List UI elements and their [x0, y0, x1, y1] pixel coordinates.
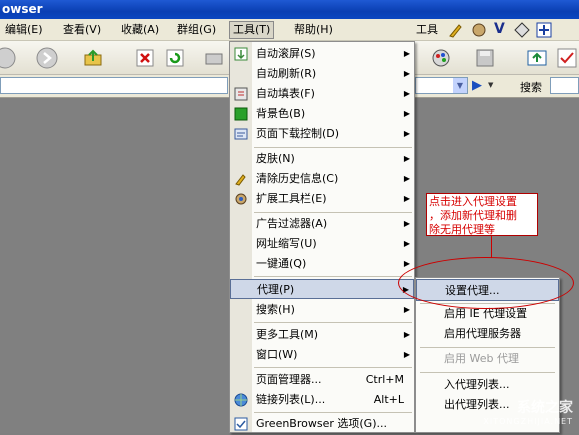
up-folder-icon[interactable]: [82, 47, 104, 69]
menu-item-auto-fill[interactable]: 自动填表(F) ▶: [230, 84, 414, 104]
shortcut-ctrl-m: Ctrl+M: [365, 373, 404, 386]
annotation-connector: [491, 236, 492, 258]
submenu-arrow-icon: ▶: [403, 194, 410, 203]
menu-view[interactable]: 查看(V): [60, 22, 104, 38]
submenu-item-enable-web-proxy: 启用 Web 代理: [444, 352, 519, 365]
menu-item-url-alias[interactable]: 网址缩写(U) ▶: [230, 234, 414, 254]
add-icon[interactable]: [536, 22, 552, 38]
annotation-line: ，添加新代理和删: [429, 209, 517, 222]
submenu-arrow-icon: ▶: [403, 174, 410, 183]
address-input[interactable]: [0, 77, 228, 94]
submenu-item-enable-proxy-server[interactable]: 启用代理服务器: [416, 323, 559, 345]
menu-bar: 编辑(E) 查看(V) 收藏(A) 群组(G) 工具(T) 帮助(H) 工具 V: [0, 19, 579, 41]
menu-item-window[interactable]: 窗口(W) ▶: [230, 345, 414, 365]
search-label: 搜索: [520, 81, 542, 94]
menu-item-link-list[interactable]: 链接列表(L)... Alt+L: [230, 390, 414, 410]
forward-icon[interactable]: [36, 47, 58, 69]
menu-favorites[interactable]: 收藏(A): [118, 22, 162, 38]
menu-item-auto-scroll[interactable]: 自动滚屏(S) ▶: [230, 44, 414, 64]
submenu-arrow-icon: ▶: [403, 109, 410, 118]
tools-menu: 自动滚屏(S) ▶ 自动刷新(R) ▶ 自动填表(F) ▶ 背景色(B) ▶ 页面下载控…: [229, 41, 415, 433]
menu-help[interactable]: 帮助(H): [291, 22, 336, 38]
palette-icon[interactable]: [430, 47, 452, 69]
back-icon[interactable]: [0, 47, 16, 69]
watermark-brand: 系统之家: [517, 400, 573, 416]
menu-separator: [254, 276, 412, 277]
menu-item-more-tools[interactable]: 更多工具(M) ▶: [230, 325, 414, 345]
submenu-arrow-icon: ▶: [403, 305, 410, 314]
save-icon[interactable]: [474, 47, 496, 69]
menu-item-search[interactable]: 搜索(H) ▶: [230, 300, 414, 320]
tools-icon[interactable]: [470, 21, 488, 39]
menu-item-page-manager[interactable]: 页面管理器... Ctrl+M: [230, 370, 414, 390]
stop-icon[interactable]: [134, 47, 156, 69]
menu-item-background-color[interactable]: 背景色(B) ▶: [230, 104, 414, 124]
submenu-arrow-icon: ▶: [403, 219, 410, 228]
menu-separator: [254, 322, 412, 323]
print-icon[interactable]: [203, 47, 225, 69]
submenu-arrow-icon: ▶: [403, 129, 410, 138]
submenu-arrow-icon: ▶: [403, 330, 410, 339]
form-icon: [234, 87, 248, 101]
background-color-icon: [234, 107, 248, 121]
download-icon: [234, 127, 248, 141]
go-icon[interactable]: ▶: [472, 78, 482, 93]
diamond-icon[interactable]: [514, 22, 530, 38]
title-bar: owser: [0, 0, 579, 19]
extension-icon: [234, 192, 248, 206]
annotation-callout: 点击进入代理设置 ，添加新代理和删 除无用代理等: [426, 193, 538, 236]
checkbox-icon: [234, 417, 248, 431]
submenu-item-import-proxy-list[interactable]: 入代理列表...: [416, 374, 559, 396]
menu-separator: [420, 372, 555, 373]
menu-groups[interactable]: 群组(G): [174, 22, 219, 38]
annotation-line: 点击进入代理设置: [429, 195, 517, 208]
broom-icon[interactable]: [447, 21, 465, 39]
tools-toolbar-label: 工具: [416, 23, 438, 36]
submenu-arrow-icon: ▶: [403, 69, 410, 78]
globe-icon: [234, 393, 248, 407]
menu-separator: [254, 412, 412, 413]
menu-item-auto-refresh[interactable]: 自动刷新(R) ▶: [230, 64, 414, 84]
menu-item-options[interactable]: GreenBrowser 选项(G)...: [230, 414, 414, 434]
submenu-arrow-icon: ▶: [403, 350, 410, 359]
menu-item-proxy[interactable]: 代理(P) ▶: [230, 279, 414, 299]
go-dropdown-icon[interactable]: ▼: [488, 81, 493, 89]
submenu-arrow-icon: ▶: [403, 89, 410, 98]
menu-item-ad-filter[interactable]: 广告过滤器(A) ▶: [230, 214, 414, 234]
check-icon[interactable]: [556, 47, 578, 69]
menu-item-skin[interactable]: 皮肤(N) ▶: [230, 149, 414, 169]
menu-item-extension-toolbar[interactable]: 扩展工具栏(E) ▶: [230, 189, 414, 209]
menu-separator: [254, 212, 412, 213]
menu-item-download-control[interactable]: 页面下载控制(D) ▶: [230, 124, 414, 144]
menu-separator: [254, 147, 412, 148]
menu-edit[interactable]: 编辑(E): [2, 22, 46, 38]
search-input[interactable]: [550, 77, 579, 94]
annotation-ellipse: [398, 257, 574, 309]
shortcut-alt-l: Alt+L: [373, 393, 404, 406]
window-title: owser: [2, 2, 43, 16]
menu-tools[interactable]: 工具(T): [229, 21, 275, 39]
menu-item-clear-history[interactable]: 清除历史信息(C) ▶: [230, 169, 414, 189]
screenshot-icon[interactable]: [526, 47, 548, 69]
menu-item-one-key[interactable]: 一键通(Q) ▶: [230, 254, 414, 274]
watermark-site: XITONGZHIJIA.NET: [483, 417, 573, 426]
annotation-line: 除无用代理等: [429, 223, 495, 236]
submenu-arrow-icon: ▶: [403, 154, 410, 163]
scroll-icon: [234, 47, 248, 61]
refresh-icon[interactable]: [164, 47, 186, 69]
submenu-arrow-icon: ▶: [403, 49, 410, 58]
submenu-arrow-icon: ▶: [403, 239, 410, 248]
address-dropdown[interactable]: ▼: [415, 77, 468, 94]
watermark: 系统之家 XITONGZHIJIA.NET: [483, 401, 573, 429]
v-icon[interactable]: V: [494, 21, 505, 37]
broom-icon: [234, 172, 248, 186]
menu-separator: [254, 367, 412, 368]
chevron-down-icon[interactable]: ▼: [453, 78, 467, 93]
